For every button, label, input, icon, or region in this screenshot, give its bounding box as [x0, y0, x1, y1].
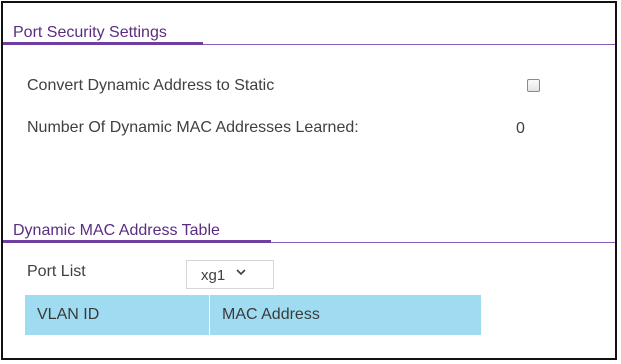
port-security-section-header: Port Security Settings — [3, 17, 615, 45]
dynamic-table-title: Dynamic MAC Address Table — [13, 222, 220, 239]
learned-count-value: 0 — [516, 120, 525, 137]
section-title-underline — [3, 240, 271, 243]
mac-table-header: VLAN ID MAC Address — [25, 295, 481, 335]
convert-dynamic-label: Convert Dynamic Address to Static — [27, 77, 275, 94]
chevron-down-icon — [236, 269, 246, 276]
port-list-select[interactable]: xg1 — [186, 260, 274, 289]
port-list-selected-value: xg1 — [201, 267, 226, 284]
section-title-underline — [3, 42, 203, 45]
convert-dynamic-checkbox[interactable] — [527, 79, 540, 92]
dynamic-table-section-header: Dynamic MAC Address Table — [3, 215, 615, 243]
column-header-mac-address[interactable]: MAC Address — [210, 295, 481, 335]
port-security-title: Port Security Settings — [13, 24, 167, 41]
column-header-vlan-id[interactable]: VLAN ID — [25, 295, 210, 335]
port-security-panel: Port Security Settings Convert Dynamic A… — [1, 1, 617, 360]
port-list-label: Port List — [27, 263, 86, 280]
learned-count-label: Number Of Dynamic MAC Addresses Learned: — [27, 119, 359, 136]
